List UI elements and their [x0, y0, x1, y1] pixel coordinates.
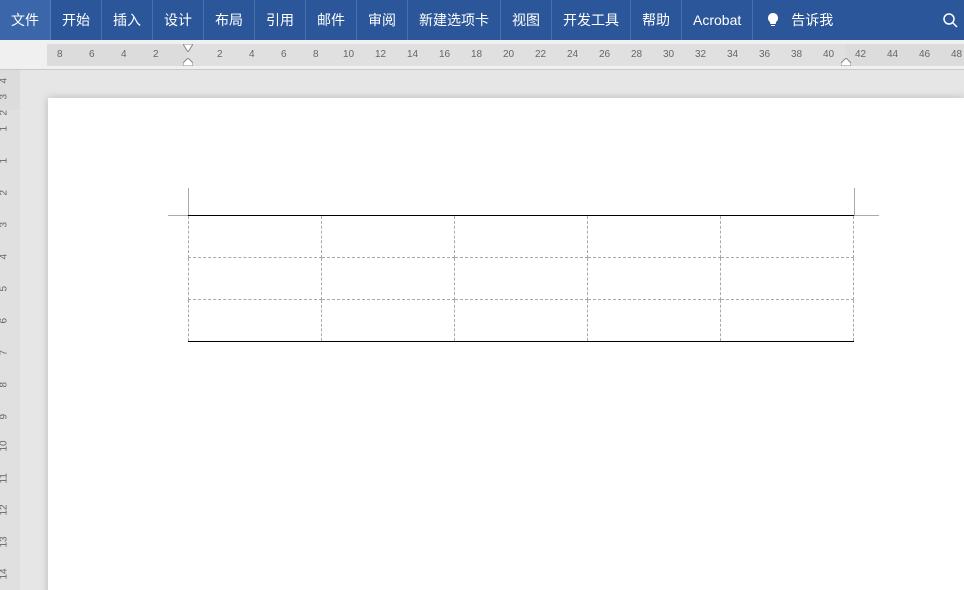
vruler-tick: 13	[0, 536, 10, 547]
cursor-guide-left	[188, 188, 189, 215]
page-scroll-area[interactable]	[20, 70, 964, 590]
table-cell[interactable]	[189, 216, 322, 258]
tab-custom-new[interactable]: 新建选项卡	[408, 0, 501, 40]
vertical-ruler[interactable]: 4 3 2 1 1 2 3 4 5 6 7 8 9 10 11 12 13 14	[0, 70, 20, 590]
ruler-tick: 12	[375, 49, 386, 60]
hanging-indent-marker[interactable]	[183, 58, 193, 66]
ruler-tick: 4	[121, 49, 127, 60]
ruler-tick: 8	[313, 49, 319, 60]
ruler-tick: 4	[249, 49, 255, 60]
vruler-tick: 5	[0, 286, 10, 292]
tab-mailings[interactable]: 邮件	[306, 0, 357, 40]
tab-design[interactable]: 设计	[153, 0, 204, 40]
document-table[interactable]	[188, 215, 854, 342]
table-cell[interactable]	[322, 300, 455, 342]
table-cell[interactable]	[721, 258, 854, 300]
table-row[interactable]	[189, 300, 854, 342]
first-line-indent-marker[interactable]	[183, 44, 193, 52]
ruler-tick: 20	[503, 49, 514, 60]
vruler-tick: 11	[0, 473, 10, 483]
vruler-tick: 4	[0, 254, 10, 260]
table-ext-left	[168, 215, 188, 216]
tell-me[interactable]: 告诉我	[753, 0, 845, 40]
ruler-tick: 24	[567, 49, 578, 60]
vruler-tick: 1	[0, 126, 10, 132]
table-row[interactable]	[189, 216, 854, 258]
vruler-tick: 4	[0, 78, 10, 84]
ruler-tick: 6	[89, 49, 95, 60]
lightbulb-icon	[765, 12, 781, 28]
ruler-tick: 2	[153, 49, 159, 60]
ruler-left-margin[interactable]	[47, 44, 187, 66]
table-cell[interactable]	[588, 216, 721, 258]
ruler-tick: 28	[631, 49, 642, 60]
vruler-tick: 3	[0, 222, 10, 228]
table-cell[interactable]	[455, 300, 588, 342]
table-cell[interactable]	[189, 300, 322, 342]
vruler-tick: 8	[0, 382, 10, 388]
ruler-tick: 8	[57, 49, 63, 60]
ruler-tick: 16	[439, 49, 450, 60]
tab-file[interactable]: 文件	[0, 0, 51, 40]
table-ext-right	[854, 215, 879, 216]
ruler-tick: 10	[343, 49, 354, 60]
ruler-tick: 38	[791, 49, 802, 60]
vruler-tick: 2	[0, 190, 10, 196]
vruler-tick: 6	[0, 318, 10, 324]
vruler-tick: 12	[0, 504, 10, 515]
ruler-tick: 44	[887, 49, 898, 60]
vruler-tick: 7	[0, 350, 10, 356]
ruler-tick: 34	[727, 49, 738, 60]
tab-home[interactable]: 开始	[51, 0, 102, 40]
vruler-tick: 10	[0, 440, 10, 451]
ruler-tick: 36	[759, 49, 770, 60]
table-cell[interactable]	[721, 300, 854, 342]
ruler-tick: 6	[281, 49, 287, 60]
ruler-tick: 46	[919, 49, 930, 60]
horizontal-ruler[interactable]: 8 6 4 2 2 4 6 8 10 12 14 16 18 20 22 24 …	[0, 40, 964, 70]
tab-acrobat[interactable]: Acrobat	[682, 0, 753, 40]
table-cell[interactable]	[455, 258, 588, 300]
ruler-top-margin[interactable]	[0, 70, 20, 110]
vruler-tick: 1	[0, 158, 10, 164]
tab-view[interactable]: 视图	[501, 0, 552, 40]
ruler-tick: 26	[599, 49, 610, 60]
right-indent-marker[interactable]	[841, 58, 851, 66]
search-icon[interactable]	[942, 12, 958, 28]
tell-me-label: 告诉我	[791, 10, 833, 30]
table-cell[interactable]	[322, 216, 455, 258]
ruler-tick: 42	[855, 49, 866, 60]
tab-help[interactable]: 帮助	[631, 0, 682, 40]
table-cell[interactable]	[721, 216, 854, 258]
ruler-tick: 14	[407, 49, 418, 60]
table-cell[interactable]	[455, 216, 588, 258]
vruler-tick: 9	[0, 414, 10, 420]
table-cell[interactable]	[588, 258, 721, 300]
tab-review[interactable]: 审阅	[357, 0, 408, 40]
tab-developer[interactable]: 开发工具	[552, 0, 631, 40]
ruler-tick: 32	[695, 49, 706, 60]
ruler-tick: 40	[823, 49, 834, 60]
tab-references[interactable]: 引用	[255, 0, 306, 40]
document-page[interactable]	[48, 98, 964, 590]
table-cell[interactable]	[588, 300, 721, 342]
ruler-tick: 30	[663, 49, 674, 60]
ribbon-tabs-bar: 文件 开始 插入 设计 布局 引用 邮件 审阅 新建选项卡 视图 开发工具 帮助…	[0, 0, 964, 40]
cursor-guide-right	[854, 188, 855, 215]
tab-layout[interactable]: 布局	[204, 0, 255, 40]
ruler-tick: 22	[535, 49, 546, 60]
vruler-tick: 2	[0, 110, 10, 116]
table-cell[interactable]	[322, 258, 455, 300]
tab-insert[interactable]: 插入	[102, 0, 153, 40]
workspace: 4 3 2 1 1 2 3 4 5 6 7 8 9 10 11 12 13 14	[0, 70, 964, 590]
table-cell[interactable]	[189, 258, 322, 300]
ruler-tick: 18	[471, 49, 482, 60]
table-row[interactable]	[189, 258, 854, 300]
vruler-tick: 3	[0, 94, 10, 100]
ruler-tick: 48	[951, 49, 962, 60]
ruler-tick: 2	[217, 49, 223, 60]
vruler-tick: 14	[0, 568, 10, 579]
